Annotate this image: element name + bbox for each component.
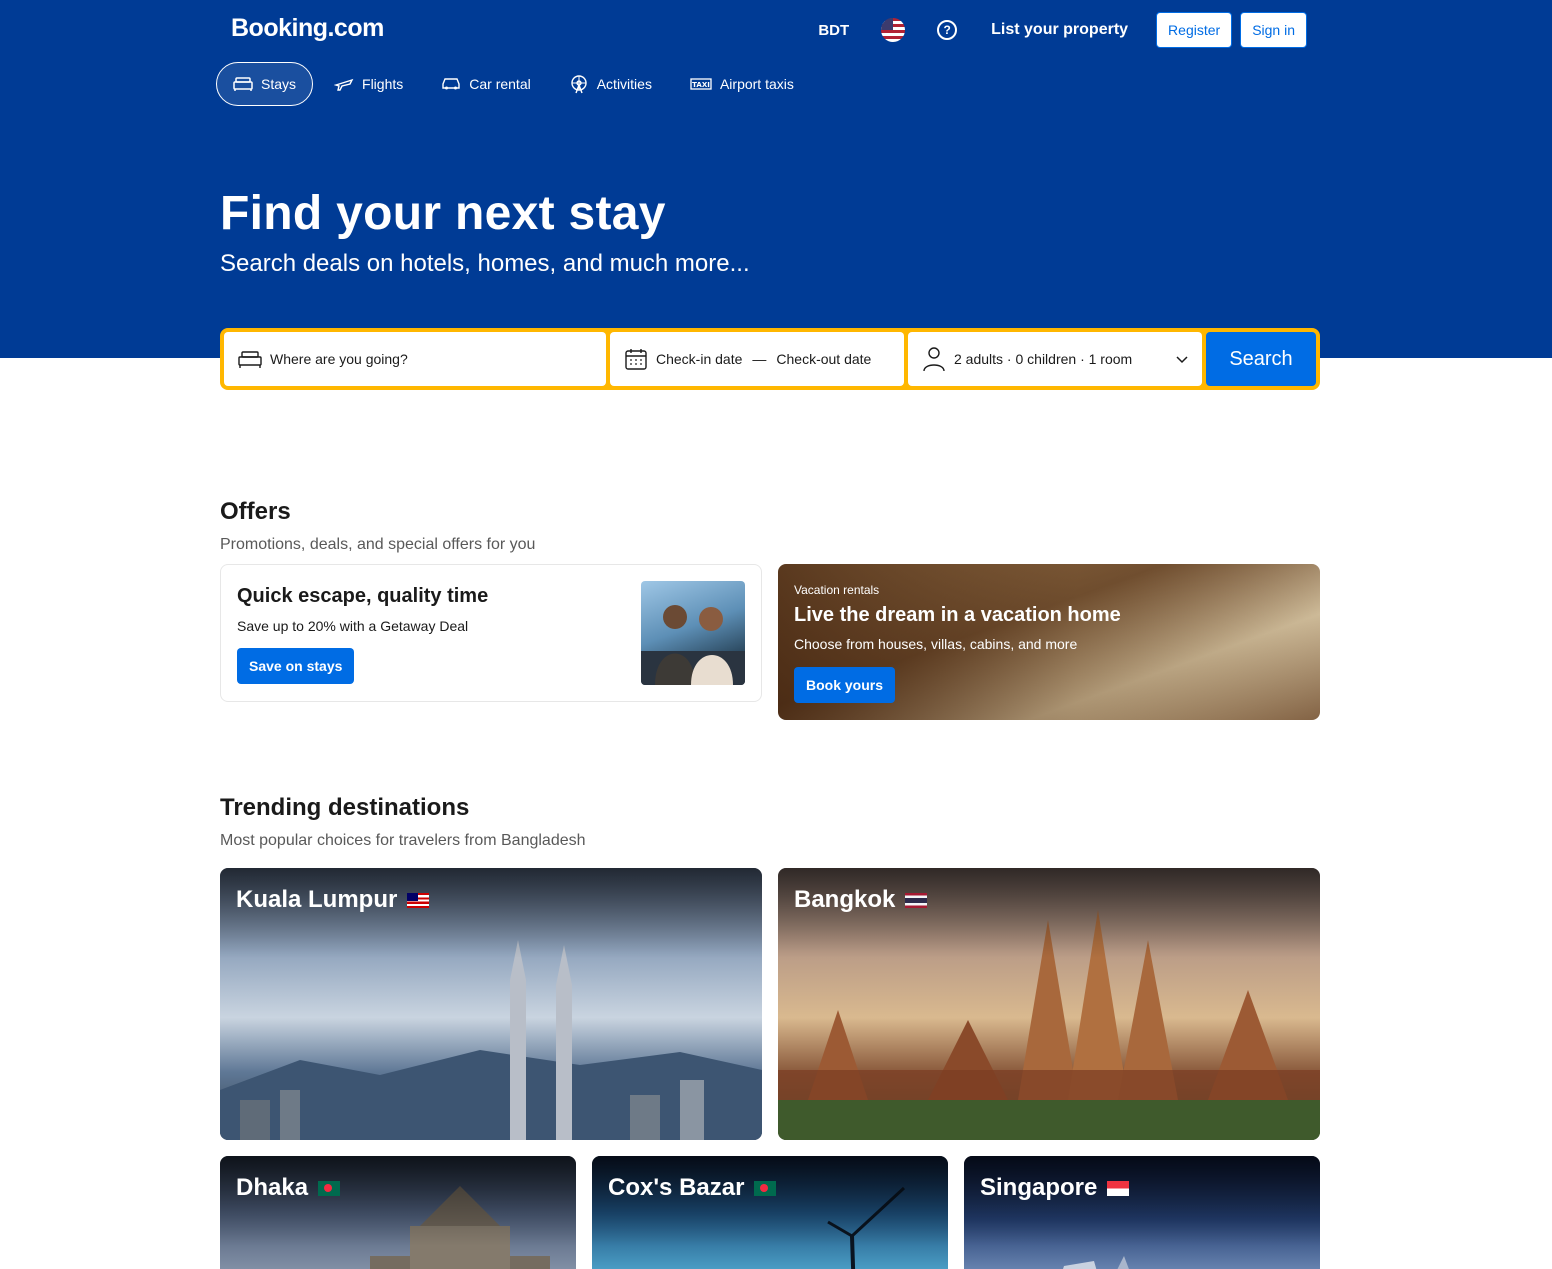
page-title: Find your next stay bbox=[220, 187, 666, 240]
bangladesh-flag-icon bbox=[318, 1180, 341, 1196]
chevron-down-icon bbox=[1176, 351, 1188, 367]
person-icon bbox=[922, 346, 946, 372]
bed-icon bbox=[238, 349, 262, 369]
destination-name: Kuala Lumpur bbox=[236, 886, 430, 914]
occupancy-value: 2 adults · 0 children · 1 room bbox=[954, 351, 1133, 367]
offer-image bbox=[641, 581, 745, 685]
hero-banner bbox=[0, 0, 1552, 358]
list-property-link[interactable]: List your property bbox=[991, 21, 1128, 39]
destination-label: Kuala Lumpur bbox=[236, 886, 398, 913]
us-flag-icon[interactable] bbox=[881, 18, 906, 42]
checkout-field[interactable]: Check-out date bbox=[776, 351, 871, 367]
offer-description: Save up to 20% with a Getaway Deal bbox=[237, 618, 469, 634]
tab-label: Airport taxis bbox=[719, 76, 794, 92]
book-yours-button[interactable]: Book yours bbox=[794, 667, 896, 703]
date-picker[interactable]: Check-in date — Check-out date bbox=[610, 332, 904, 386]
destination-label: Dhaka bbox=[236, 1174, 309, 1201]
destination-card-dhaka[interactable]: Dhaka bbox=[220, 1156, 576, 1269]
header-actions: BDT ? List your property Register Sign i… bbox=[818, 12, 1307, 48]
trending-subtitle: Most popular choices for travelers from … bbox=[220, 832, 586, 849]
search-bar: Where are you going? Check-in date — Che… bbox=[220, 328, 1320, 390]
trending-title: Trending destinations bbox=[220, 794, 470, 821]
destination-name: Bangkok bbox=[794, 886, 928, 914]
offers-subtitle: Promotions, deals, and special offers fo… bbox=[220, 536, 536, 553]
tab-car-rental[interactable]: Car rental bbox=[424, 62, 547, 106]
destination-card-coxs-bazar[interactable]: Cox's Bazar bbox=[592, 1156, 948, 1269]
product-nav: Stays Flights Car rental Activities TAXI… bbox=[216, 62, 815, 106]
ferris-wheel-icon bbox=[569, 74, 589, 94]
offer-description: Choose from houses, villas, cabins, and … bbox=[794, 636, 1078, 652]
currency-selector[interactable]: BDT bbox=[818, 22, 849, 39]
tab-stays[interactable]: Stays bbox=[216, 62, 314, 106]
tab-airport-taxis[interactable]: TAXI Airport taxis bbox=[673, 62, 811, 106]
page-subtitle: Search deals on hotels, homes, and much … bbox=[220, 250, 750, 277]
destination-input[interactable]: Where are you going? bbox=[224, 332, 606, 386]
register-button[interactable]: Register bbox=[1156, 12, 1233, 48]
tab-flights[interactable]: Flights bbox=[317, 62, 420, 106]
checkin-field[interactable]: Check-in date bbox=[656, 351, 742, 367]
occupancy-selector[interactable]: 2 adults · 0 children · 1 room bbox=[908, 332, 1202, 386]
destination-placeholder: Where are you going? bbox=[270, 351, 408, 367]
offer-title: Quick escape, quality time bbox=[237, 585, 489, 607]
tab-label: Car rental bbox=[469, 76, 531, 92]
destination-label: Singapore bbox=[980, 1174, 1098, 1201]
tab-label: Flights bbox=[362, 76, 404, 92]
svg-text:TAXI: TAXI bbox=[692, 81, 710, 89]
tab-activities[interactable]: Activities bbox=[552, 62, 669, 106]
plane-icon bbox=[334, 76, 354, 92]
destination-name: Singapore bbox=[980, 1174, 1130, 1202]
offers-title: Offers bbox=[220, 498, 291, 525]
offer-title: Live the dream in a vacation home bbox=[794, 604, 1121, 626]
destination-card-bangkok[interactable]: Bangkok bbox=[778, 868, 1320, 1140]
date-separator: — bbox=[752, 351, 767, 367]
car-icon bbox=[441, 76, 461, 92]
search-button[interactable]: Search bbox=[1206, 332, 1316, 386]
logo[interactable]: Booking.com bbox=[231, 14, 384, 43]
destination-card-singapore[interactable]: Singapore bbox=[964, 1156, 1320, 1269]
sign-in-button[interactable]: Sign in bbox=[1240, 12, 1307, 48]
taxi-icon: TAXI bbox=[690, 77, 712, 91]
occupancy-content: 2 adults · 0 children · 1 room bbox=[922, 346, 1132, 372]
destination-card-kuala-lumpur[interactable]: Kuala Lumpur bbox=[220, 868, 762, 1140]
bangladesh-flag-icon bbox=[754, 1180, 777, 1196]
tab-label: Stays bbox=[261, 76, 297, 92]
singapore-flag-icon bbox=[1107, 1180, 1130, 1196]
tab-label: Activities bbox=[596, 76, 652, 92]
skyline-image bbox=[220, 940, 762, 1140]
destination-label: Bangkok bbox=[794, 886, 896, 913]
bed-icon bbox=[233, 76, 253, 92]
calendar-icon bbox=[624, 347, 648, 371]
help-icon[interactable]: ? bbox=[937, 20, 958, 40]
save-on-stays-button[interactable]: Save on stays bbox=[237, 648, 355, 684]
offer-kicker: Vacation rentals bbox=[794, 583, 880, 597]
offer-card-getaway: Quick escape, quality time Save up to 20… bbox=[220, 564, 762, 702]
thailand-flag-icon bbox=[905, 892, 928, 908]
malaysia-flag-icon bbox=[407, 892, 430, 908]
destination-label: Cox's Bazar bbox=[608, 1174, 745, 1201]
destination-name: Cox's Bazar bbox=[608, 1174, 777, 1202]
destination-name: Dhaka bbox=[236, 1174, 341, 1202]
offer-card-vacation-rentals: Vacation rentals Live the dream in a vac… bbox=[778, 564, 1320, 720]
